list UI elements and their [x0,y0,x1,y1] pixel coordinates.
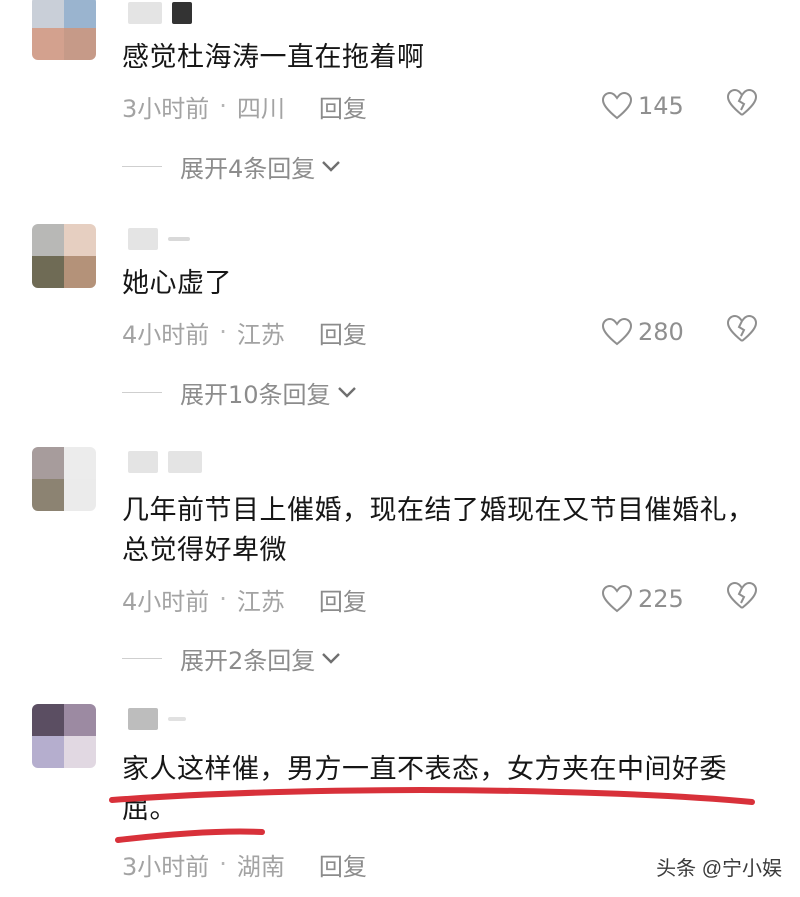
blurred-name [168,237,190,241]
expand-replies-label: 展开2条回复 [180,646,316,675]
divider-line [122,165,162,167]
blurred-name [172,2,192,24]
heart-icon [602,318,632,346]
like-button[interactable]: 145 [602,92,684,120]
avatar-tile [64,447,96,479]
blurred-name [128,451,158,473]
like-button[interactable]: 225 [602,585,684,613]
broken-heart-icon [726,581,758,609]
avatar-tile [64,0,96,28]
avatar[interactable] [32,704,96,768]
comment-meta: 4小时前 · 江苏 回复 225 [122,581,770,617]
chevron-down-icon [322,161,341,172]
avatar[interactable] [32,0,96,60]
separator-dot: · [219,92,227,120]
heart-icon [602,92,632,120]
dislike-button[interactable] [726,581,758,616]
comment-time: 3小时前 [122,94,210,123]
dislike-button[interactable] [726,314,758,349]
blurred-name [128,708,158,730]
expand-replies[interactable]: 展开2条回复 [122,640,341,676]
avatar-tile [64,256,96,288]
comment-text: 家人这样催，男方一直不表态，女方夹在中间好委屈。 [122,754,727,825]
avatar-tile [32,736,64,768]
avatar-tile [64,736,96,768]
avatar-tile [32,28,64,60]
broken-heart-icon [726,88,758,116]
username-blurred[interactable] [128,0,192,26]
comment-location: 湖南 [236,852,285,881]
blurred-name [128,228,158,250]
comment-location: 江苏 [236,320,285,349]
like-count: 280 [638,318,684,346]
divider-line [122,657,162,659]
comment-text: 感觉杜海涛一直在拖着啊 [122,42,425,73]
expand-replies-label: 展开4条回复 [180,154,316,183]
like-button[interactable]: 280 [602,318,684,346]
avatar-tile [64,704,96,736]
like-count: 225 [638,585,684,613]
dislike-button[interactable] [726,88,758,123]
expand-replies-label: 展开10条回复 [180,380,331,409]
separator-dot: · [219,318,227,346]
reply-button[interactable]: 回复 [319,315,367,350]
avatar[interactable] [32,447,96,511]
blurred-name [128,2,162,24]
comment-text: 几年前节目上催婚，现在结了婚现在又节目催婚礼，总觉得好卑微 [122,495,755,566]
expand-replies[interactable]: 展开4条回复 [122,148,341,184]
reply-button[interactable]: 回复 [319,582,367,617]
avatar-tile [32,256,64,288]
chevron-down-icon [337,387,356,398]
comment-meta: 3小时前 · 四川 回复 145 [122,88,770,124]
comment-location: 江苏 [236,587,285,616]
blurred-name [168,451,202,473]
avatar-tile [64,28,96,60]
comment-meta: 4小时前 · 江苏 回复 280 [122,314,770,350]
avatar-tile [32,704,64,736]
avatar-tile [64,224,96,256]
username-blurred[interactable] [128,449,202,475]
watermark: 头条 @宁小娱 [656,858,782,880]
username-blurred[interactable] [128,706,186,732]
expand-replies[interactable]: 展开10条回复 [122,374,357,410]
divider-line [122,391,162,393]
username-blurred[interactable] [128,226,190,252]
avatar-tile [32,224,64,256]
avatar-tile [32,0,64,28]
avatar[interactable] [32,224,96,288]
like-count: 145 [638,92,684,120]
comment-time: 4小时前 [122,320,210,349]
comment-text: 她心虚了 [122,268,232,299]
comment-location: 四川 [236,94,285,123]
separator-dot: · [219,850,227,878]
chevron-down-icon [322,653,341,664]
blurred-name [168,717,186,721]
avatar-tile [32,447,64,479]
comment-time: 4小时前 [122,587,210,616]
heart-icon [602,585,632,613]
avatar-tile [64,479,96,511]
separator-dot: · [219,585,227,613]
avatar-tile [32,479,64,511]
reply-button[interactable]: 回复 [319,89,367,124]
reply-button[interactable]: 回复 [319,847,367,882]
broken-heart-icon [726,314,758,342]
comment-time: 3小时前 [122,852,210,881]
